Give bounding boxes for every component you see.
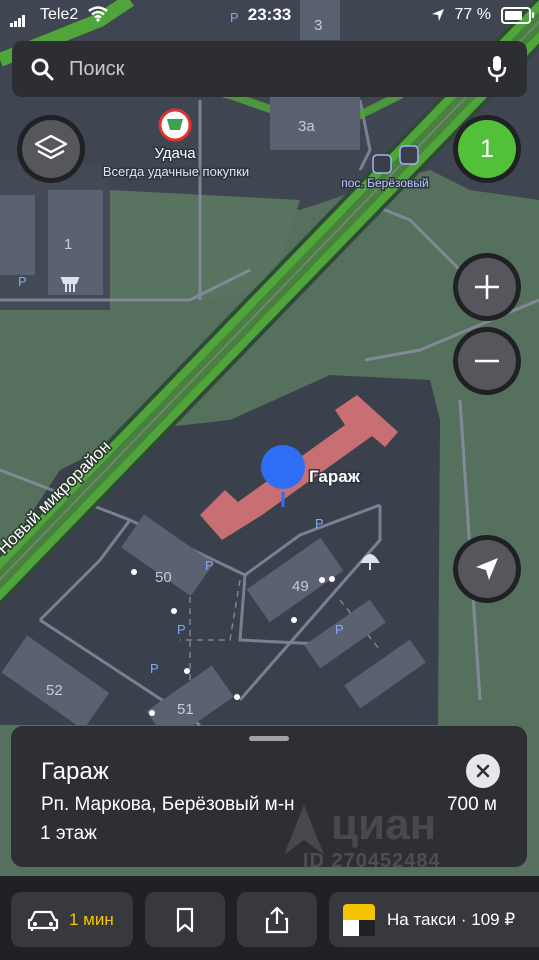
plus-icon (475, 275, 499, 299)
bus-stop-label: пос. Берёзовый (341, 176, 428, 190)
bookmark-button[interactable] (145, 892, 225, 947)
route-button[interactable]: 1 мин (11, 892, 133, 947)
parking-label: P (335, 622, 344, 637)
building-number: 3а (298, 118, 315, 135)
parking-label: P (18, 274, 27, 289)
building-number: 51 (177, 701, 194, 718)
yandex-taxi-icon (343, 904, 375, 936)
taxi-button[interactable]: На такси · 109 ₽ (329, 892, 539, 947)
parking-label: P (205, 558, 214, 573)
my-location-button[interactable] (458, 540, 516, 598)
layers-icon (34, 134, 68, 160)
poi-tagline: Всегда удачные покупки (103, 164, 249, 179)
close-icon (476, 764, 490, 778)
bookmark-icon (176, 907, 194, 932)
drag-handle[interactable] (249, 736, 289, 741)
poi-name: Удача (154, 145, 196, 162)
watermark-text: циан (331, 800, 437, 849)
count-badge-button[interactable]: 1 (458, 120, 516, 178)
watermark-id: ID 270452484 (303, 850, 441, 872)
building-number: 52 (46, 682, 63, 699)
building-3a (270, 95, 360, 150)
share-icon (265, 906, 289, 933)
share-button[interactable] (237, 892, 317, 947)
taxi-label: На такси · 109 ₽ (387, 910, 516, 929)
badge-count: 1 (480, 134, 494, 163)
layers-button[interactable] (22, 120, 80, 178)
building-left (0, 195, 35, 275)
car-icon (27, 910, 59, 931)
parking-label: P (177, 622, 186, 637)
search-bar[interactable]: Поиск (12, 41, 527, 97)
status-bar: Tele2 23:33 77 % (0, 0, 539, 32)
microphone-icon[interactable] (487, 55, 507, 83)
building-number: 1 (64, 236, 72, 253)
parking-label: P (315, 516, 324, 531)
bus-stop-icon (372, 154, 392, 174)
marker-label: Гараж (309, 467, 361, 486)
zoom-in-button[interactable] (458, 258, 516, 316)
place-address: Рп. Маркова, Берёзовый м-н (41, 794, 295, 815)
close-button[interactable] (466, 754, 500, 788)
parking-label: P (150, 661, 159, 676)
marker-pin-icon (261, 445, 305, 489)
minus-icon (475, 359, 499, 363)
bottom-action-bar: 1 мин На такси · 109 ₽ (0, 876, 539, 960)
battery-percent: 77 % (454, 6, 491, 23)
location-arrow-icon (432, 9, 444, 21)
place-title: Гараж (41, 758, 109, 785)
route-eta: 1 мин (69, 910, 114, 929)
bus-stop-icon (399, 145, 419, 165)
search-icon (31, 58, 54, 81)
place-distance: 700 м (446, 794, 497, 815)
search-input[interactable]: Поиск (69, 58, 124, 81)
battery-icon (501, 7, 534, 24)
place-card[interactable]: циан ID 270452484 Гараж Рп. Маркова, Бер… (11, 726, 527, 872)
zoom-out-button[interactable] (458, 332, 516, 390)
place-floor: 1 этаж (40, 823, 97, 844)
building-number: 49 (292, 578, 309, 595)
building-number: 50 (155, 569, 172, 586)
navigate-icon (476, 558, 498, 580)
